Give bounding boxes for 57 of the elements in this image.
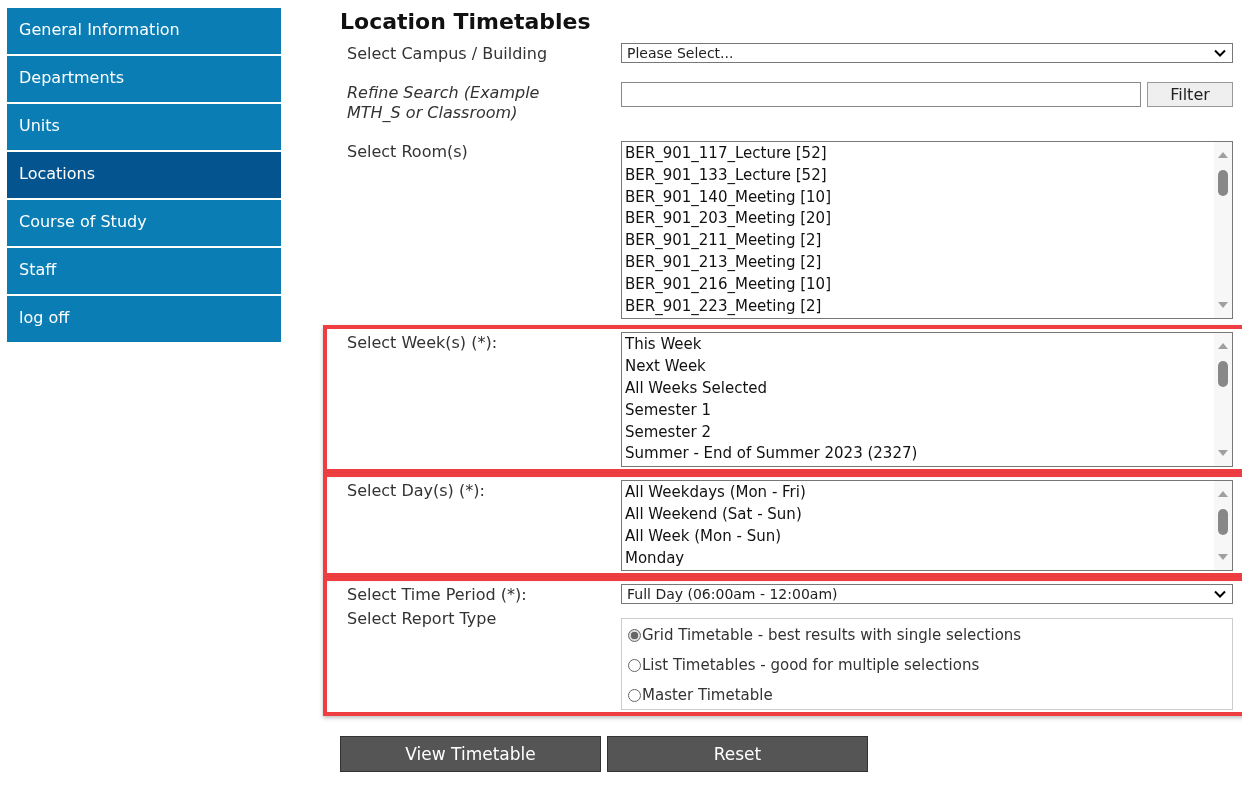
dropdown[interactable]: Please Select... [621, 43, 1233, 63]
field-label: Refine Search (Example MTH_S or Classroom) [347, 82, 541, 123]
page-title: Location Timetables [340, 9, 592, 34]
sidebar-item[interactable]: log off [7, 296, 281, 342]
field-label: Select Week(s) (*): [347, 332, 499, 354]
list-option[interactable]: All Weekend (Sat - Sun) [625, 503, 1211, 526]
list-option[interactable]: Semester 1 [625, 399, 1211, 422]
list-option[interactable]: Semester 2 [625, 421, 1211, 444]
list-option[interactable]: BER_901_216_Meeting [10] [625, 273, 1211, 296]
list-option[interactable]: BER_901_117_Lecture [52] [625, 143, 1211, 165]
scrollbar-thumb[interactable] [1218, 170, 1228, 196]
dropdown[interactable]: Full Day (06:00am - 12:00am) [621, 584, 1233, 605]
scroll-down-icon[interactable] [1218, 450, 1228, 457]
listbox[interactable]: This Week Next Week All Weeks Selected Semester 1 Semester 2 Summer - End of Summer 2023 (2327) [621, 332, 1233, 468]
list-option[interactable]: BER_901_213_Meeting [2] [625, 252, 1211, 274]
list-option[interactable]: Monday [625, 547, 1211, 570]
list-option[interactable]: This Week [625, 334, 1211, 357]
action-button[interactable]: Reset [607, 736, 868, 773]
filter-button[interactable]: Filter [1147, 82, 1233, 107]
list-option[interactable]: BER_901_223_Meeting [2] [625, 295, 1211, 318]
radio-label[interactable]: Grid Timetable - best results with single selections [642, 626, 1022, 645]
radio-button[interactable] [628, 628, 641, 642]
scrollbar-thumb[interactable] [1218, 361, 1228, 388]
radio-label[interactable]: List Timetables - good for multiple selections [642, 656, 980, 675]
chevron-down-icon [1214, 49, 1226, 57]
scroll-up-icon[interactable] [1218, 343, 1228, 350]
scroll-down-icon[interactable] [1218, 302, 1228, 309]
radio-label[interactable]: Master Timetable [642, 686, 773, 705]
scrollbar-thumb[interactable] [1218, 509, 1228, 536]
sidebar-item[interactable]: Departments [7, 56, 281, 102]
listbox[interactable]: BER_901_117_Lecture [52] BER_901_133_Lecture [52] BER_901_140_Meeting [10] BER_901_203_Meeting [20] BER_901_211_Meeting [2] BER_901_213_Meeting [2] BER_901_216_Meeting [10] BER_901_223_Meeting [2] [621, 141, 1233, 320]
action-button[interactable]: View Timetable [340, 736, 601, 773]
list-option[interactable]: All Weeks Selected [625, 377, 1211, 400]
sidebar-item[interactable]: Course of Study [7, 200, 281, 246]
field-label: Select Room(s) [347, 141, 469, 162]
search-field[interactable] [621, 82, 1141, 107]
list-option[interactable]: All Week (Mon - Sun) [625, 525, 1211, 548]
list-option[interactable]: Summer - End of Summer 2023 (2327) [625, 443, 1211, 466]
field-label: Select Campus / Building [347, 43, 549, 64]
list-option[interactable]: BER_901_211_Meeting [2] [625, 230, 1211, 252]
sidebar-item[interactable]: General Information [7, 8, 281, 54]
sidebar-item[interactable]: Locations [7, 152, 281, 198]
sidebar-item[interactable]: Units [7, 104, 281, 150]
field-label: Select Report Type [347, 608, 498, 630]
chevron-down-icon [1214, 590, 1226, 599]
scroll-up-icon[interactable] [1218, 491, 1228, 498]
scroll-up-icon[interactable] [1218, 152, 1228, 158]
field-label: Select Day(s) (*): [347, 480, 486, 502]
list-option[interactable]: BER_901_140_Meeting [10] [625, 186, 1211, 209]
listbox[interactable]: All Weekdays (Mon - Fri) All Weekend (Sat - Sun) All Week (Mon - Sun) Monday [621, 480, 1233, 572]
list-option[interactable]: Next Week [625, 356, 1211, 378]
scroll-down-icon[interactable] [1218, 554, 1228, 561]
list-option[interactable]: BER_901_133_Lecture [52] [625, 164, 1211, 187]
list-option[interactable]: All Weekdays (Mon - Fri) [625, 482, 1211, 504]
list-option[interactable]: BER_901_203_Meeting [20] [625, 208, 1211, 231]
field-label: Select Time Period (*): [347, 584, 528, 606]
sidebar-item[interactable]: Staff [7, 248, 281, 294]
